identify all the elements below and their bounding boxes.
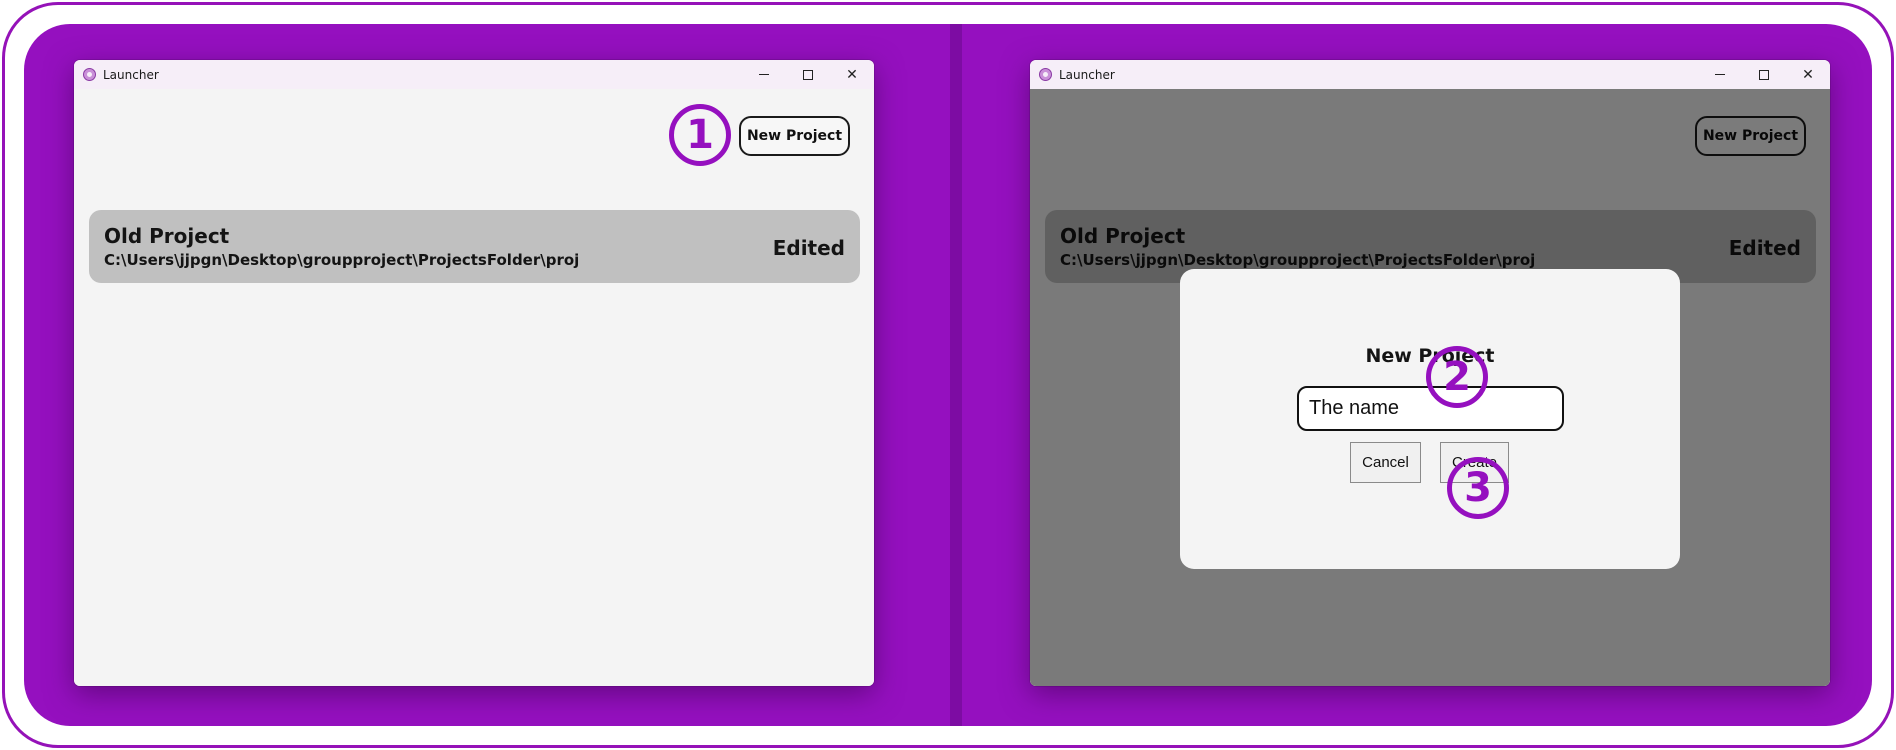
minimize-icon [759, 74, 769, 75]
maximize-button[interactable] [786, 60, 830, 89]
step-marker-2: 2 [1426, 346, 1488, 408]
window-title: Launcher [1059, 68, 1115, 82]
project-path: C:\Users\jjpgn\Desktop\groupproject\Proj… [104, 251, 580, 269]
title-bar[interactable]: Launcher ✕ [74, 60, 874, 89]
window-title: Launcher [103, 68, 159, 82]
close-button[interactable]: ✕ [830, 60, 874, 89]
launcher-app-icon [83, 68, 96, 81]
close-button[interactable]: ✕ [1786, 60, 1830, 89]
step-marker-3: 3 [1447, 457, 1509, 519]
close-icon: ✕ [1802, 66, 1814, 83]
minimize-button[interactable] [1698, 60, 1742, 89]
window-content: New Project Old Project C:\Users\jjpgn\D… [74, 89, 874, 686]
launcher-window-left: Launcher ✕ New Project Old Project C:\Us… [74, 60, 874, 686]
cancel-button[interactable]: Cancel [1350, 442, 1421, 483]
maximize-button[interactable] [1742, 60, 1786, 89]
minimize-icon [1715, 74, 1725, 75]
project-status: Edited [772, 236, 845, 260]
background-panel: Launcher ✕ New Project Old Project C:\Us… [24, 24, 1872, 726]
project-name: Old Project [104, 224, 230, 248]
title-bar[interactable]: Launcher ✕ [1030, 60, 1830, 89]
project-card[interactable]: Old Project C:\Users\jjpgn\Desktop\group… [89, 210, 860, 283]
panel-divider [950, 24, 962, 726]
close-icon: ✕ [846, 66, 858, 83]
maximize-icon [803, 69, 813, 80]
step-marker-1: 1 [669, 104, 731, 166]
new-project-dialog: New Project Cancel Create [1180, 269, 1680, 569]
maximize-icon [1759, 69, 1769, 80]
minimize-button[interactable] [742, 60, 786, 89]
launcher-app-icon [1039, 68, 1052, 81]
new-project-button[interactable]: New Project [739, 116, 850, 156]
